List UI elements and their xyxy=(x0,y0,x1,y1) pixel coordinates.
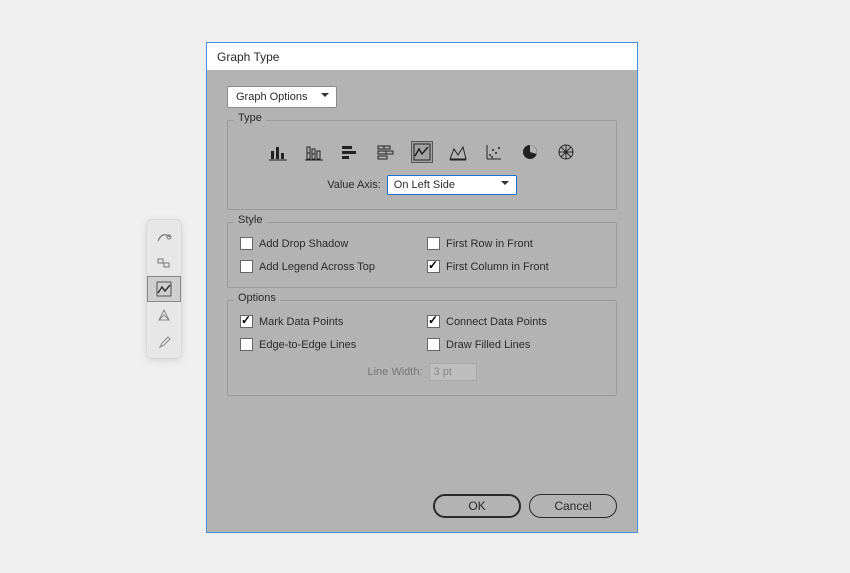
bar-graph-icon[interactable] xyxy=(339,141,361,163)
stacked-bar-graph-icon[interactable] xyxy=(375,141,397,163)
tools-palette xyxy=(147,220,181,358)
line-width-input xyxy=(429,363,477,381)
dialog-titlebar: Graph Type xyxy=(207,43,637,70)
column-graph-icon[interactable] xyxy=(267,141,289,163)
radar-graph-icon[interactable] xyxy=(555,141,577,163)
pie-graph-icon[interactable] xyxy=(519,141,541,163)
line-graph-tool-icon[interactable] xyxy=(147,276,181,302)
add-legend-across-checkbox[interactable]: Add Legend Across Top xyxy=(240,260,417,273)
dialog-title: Graph Type xyxy=(217,50,279,64)
draw-filled-lines-label: Draw Filled Lines xyxy=(446,339,530,351)
ok-button[interactable]: OK xyxy=(433,494,521,518)
add-drop-shadow-label: Add Drop Shadow xyxy=(259,238,348,250)
eyedropper-tool-icon[interactable] xyxy=(147,328,181,354)
mark-data-points-label: Mark Data Points xyxy=(259,316,343,328)
cancel-button[interactable]: Cancel xyxy=(529,494,617,518)
slice-tool-icon[interactable] xyxy=(147,250,181,276)
line-graph-icon[interactable] xyxy=(411,141,433,163)
first-column-front-checkbox[interactable]: First Column in Front xyxy=(427,260,604,273)
connect-data-points-checkbox[interactable]: Connect Data Points xyxy=(427,315,604,328)
curvature-tool-icon[interactable] xyxy=(147,224,181,250)
options-group-label: Options xyxy=(234,292,280,304)
section-dropdown[interactable]: Graph Options xyxy=(227,86,337,108)
cancel-button-label: Cancel xyxy=(554,499,591,513)
type-group-label: Type xyxy=(234,112,266,124)
options-group: Options Mark Data Points Connect Data Po… xyxy=(227,300,617,396)
add-drop-shadow-checkbox[interactable]: Add Drop Shadow xyxy=(240,237,417,250)
type-group: Type xyxy=(227,120,617,210)
first-row-front-checkbox[interactable]: First Row in Front xyxy=(427,237,604,250)
mark-data-points-checkbox[interactable]: Mark Data Points xyxy=(240,315,417,328)
first-column-front-label: First Column in Front xyxy=(446,261,549,273)
style-group-label: Style xyxy=(234,214,266,226)
edge-to-edge-lines-checkbox[interactable]: Edge-to-Edge Lines xyxy=(240,338,417,351)
scatter-graph-icon[interactable] xyxy=(483,141,505,163)
connect-data-points-label: Connect Data Points xyxy=(446,316,547,328)
draw-filled-lines-checkbox[interactable]: Draw Filled Lines xyxy=(427,338,604,351)
section-dropdown-value: Graph Options xyxy=(236,91,308,103)
value-axis-value: On Left Side xyxy=(394,179,455,191)
value-axis-dropdown[interactable]: On Left Side xyxy=(387,175,517,195)
first-row-front-label: First Row in Front xyxy=(446,238,533,250)
ok-button-label: OK xyxy=(468,499,485,513)
value-axis-label: Value Axis: xyxy=(327,179,381,191)
add-legend-across-label: Add Legend Across Top xyxy=(259,261,375,273)
stacked-column-graph-icon[interactable] xyxy=(303,141,325,163)
area-graph-icon[interactable] xyxy=(447,141,469,163)
perspective-tool-icon[interactable] xyxy=(147,302,181,328)
line-width-label: Line Width: xyxy=(367,366,422,378)
style-group: Style Add Drop Shadow First Row in Front… xyxy=(227,222,617,288)
edge-to-edge-lines-label: Edge-to-Edge Lines xyxy=(259,339,356,351)
graph-type-dialog: Graph Type Graph Options Type xyxy=(206,42,638,533)
